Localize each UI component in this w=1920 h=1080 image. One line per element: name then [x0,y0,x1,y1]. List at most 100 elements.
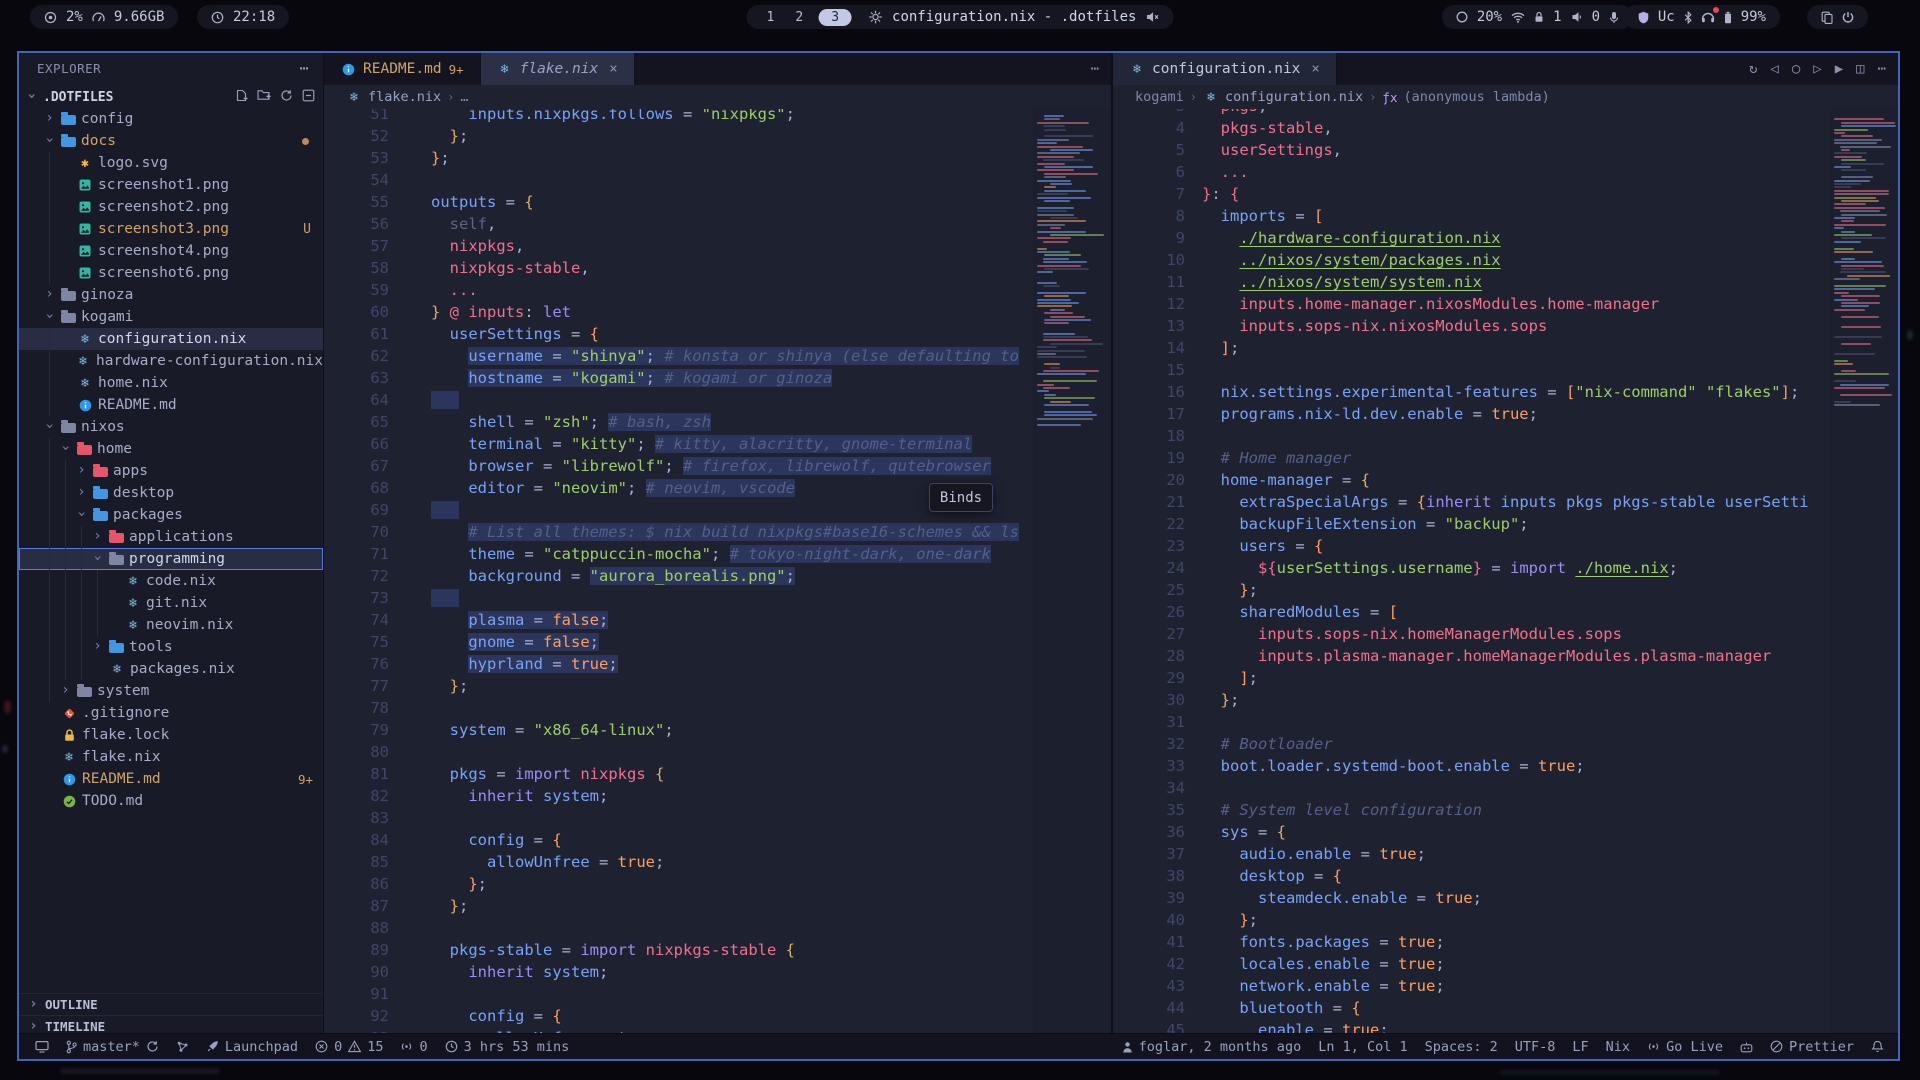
code-line-19[interactable]: 19 # Home manager [1113,447,1830,469]
code-line-52[interactable]: 52 }; [324,125,1033,147]
code-line-10[interactable]: 10 ../nixos/system/packages.nix [1113,249,1830,271]
code-line-58[interactable]: 58 nixpkgs-stable, [324,257,1033,279]
tree-item-flake.nix[interactable]: ❄flake.nix [19,746,323,768]
code-line-31[interactable]: 31 [1113,711,1830,733]
code-line-88[interactable]: 88 [324,917,1033,939]
code-line-35[interactable]: 35 # System level configuration [1113,799,1830,821]
status-remote-window[interactable] [35,1040,49,1053]
tree-item-hardware-configuration.nix[interactable]: ❄hardware-configuration.nix [19,350,323,372]
code-line-21[interactable]: 21 extraSpecialArgs = {inherit inputs pk… [1113,491,1830,513]
history-icon[interactable]: ↻ [1749,61,1757,77]
tab-configuration.nix[interactable]: ❄configuration.nix× [1113,53,1337,85]
code-line-80[interactable]: 80 [324,741,1033,763]
tree-item-screenshot4.png[interactable]: screenshot4.png [19,240,323,262]
more-actions-icon[interactable]: ⋯ [299,59,309,77]
code-line-54[interactable]: 54 [324,169,1033,191]
code-line-63[interactable]: 63 hostname = "kogami"; # kogami or gino… [324,367,1033,389]
code-line-66[interactable]: 66 terminal = "kitty"; # kitty, alacritt… [324,433,1033,455]
code-line-65[interactable]: 65 shell = "zsh"; # bash, zsh [324,411,1033,433]
code-line-37[interactable]: 37 audio.enable = true; [1113,843,1830,865]
muted-speaker-icon[interactable] [1145,11,1159,23]
code-line-25[interactable]: 25 }; [1113,579,1830,601]
timeline-section[interactable]: › TIMELINE [19,1015,323,1033]
code-line-93[interactable]: 93 allowUnfree = true; [324,1027,1033,1033]
code-line-74[interactable]: 74 plasma = false; [324,609,1033,631]
code-line-4[interactable]: 4 pkgs-stable, [1113,117,1830,139]
code-line-92[interactable]: 92 config = { [324,1005,1033,1027]
code-line-81[interactable]: 81 pkgs = import nixpkgs { [324,763,1033,785]
status-git-graph[interactable] [176,1040,189,1053]
tree-item-configuration.nix[interactable]: ❄configuration.nix [19,328,323,350]
power-widget[interactable] [1807,5,1868,29]
tree-item-flake.lock[interactable]: flake.lock [19,724,323,746]
code-line-43[interactable]: 43 network.enable = true; [1113,975,1830,997]
code-line-15[interactable]: 15 [1113,359,1830,381]
system-stats-widget[interactable]: 2% 9.66GB [30,5,178,29]
breadcrumb[interactable]: ❄ flake.nix › … [324,85,1111,109]
code-line-13[interactable]: 13 inputs.sops-nix.nixosModules.sops [1113,315,1830,337]
code-line-26[interactable]: 26 sharedModules = [ [1113,601,1830,623]
status-git-blame[interactable]: foglar, 2 months ago [1122,1039,1302,1055]
workspace-2[interactable]: 2 [789,10,809,25]
code-line-68[interactable]: 68 editor = "neovim"; # neovim, vscode [324,477,1033,499]
code-line-16[interactable]: 16 nix.settings.experimental-features = … [1113,381,1830,403]
code-line-89[interactable]: 89 pkgs-stable = import nixpkgs-stable { [324,939,1033,961]
code-line-40[interactable]: 40 }; [1113,909,1830,931]
breadcrumb-symbol[interactable]: (anonymous lambda) [1403,89,1549,105]
outline-section[interactable]: › OUTLINE [19,993,323,1015]
status-indentation[interactable]: Spaces: 2 [1425,1039,1498,1055]
status-copilot[interactable] [1740,1041,1753,1053]
status-cursor-position[interactable]: Ln 1, Col 1 [1318,1039,1407,1055]
code-line-57[interactable]: 57 nixpkgs, [324,235,1033,257]
tree-item-docs[interactable]: ›docs [19,130,323,152]
code-line-34[interactable]: 34 [1113,777,1830,799]
breadcrumb-folder[interactable]: kogami [1135,89,1184,105]
code-line-33[interactable]: 33 boot.loader.systemd-boot.enable = tru… [1113,755,1830,777]
code-line-30[interactable]: 30 }; [1113,689,1830,711]
tree-root-dotfiles[interactable]: › .DOTFILES [19,86,323,108]
code-line-11[interactable]: 11 ../nixos/system/system.nix [1113,271,1830,293]
code-line-41[interactable]: 41 fonts.packages = true; [1113,931,1830,953]
tab-flake.nix[interactable]: ❄flake.nix× [481,53,635,85]
status-launchpad[interactable]: Launchpad [206,1039,298,1055]
breadcrumb-more[interactable]: … [460,89,468,105]
code-line-77[interactable]: 77 }; [324,675,1033,697]
code-line-86[interactable]: 86 }; [324,873,1033,895]
code-line-72[interactable]: 72 background = "aurora_borealis.png"; [324,565,1033,587]
status-notifications[interactable] [1871,1040,1884,1053]
tree-item-.gitignore[interactable]: .gitignore [19,702,323,724]
tree-item-kogami[interactable]: ›kogami [19,306,323,328]
code-line-85[interactable]: 85 allowUnfree = true; [324,851,1033,873]
tree-item-applications[interactable]: ›applications [19,526,323,548]
tree-item-nixos[interactable]: ›nixos [19,416,323,438]
tree-item-desktop[interactable]: ›desktop [19,482,323,504]
workspace-1[interactable]: 1 [761,10,781,25]
code-line-17[interactable]: 17 programs.nix-ld.dev.enable = true; [1113,403,1830,425]
tree-item-screenshot2.png[interactable]: screenshot2.png [19,196,323,218]
code-line-27[interactable]: 27 inputs.sops-nix.homeManagerModules.so… [1113,623,1830,645]
code-line-45[interactable]: 45 enable = true; [1113,1019,1830,1033]
status-go-live[interactable]: Go Live [1647,1039,1723,1055]
code-line-55[interactable]: 55outputs = { [324,191,1033,213]
tree-item-packages.nix[interactable]: ❄packages.nix [19,658,323,680]
code-line-7[interactable]: 7}: { [1113,183,1830,205]
tree-item-TODO.md[interactable]: TODO.md [19,790,323,812]
dot-icon[interactable]: ○ [1792,61,1800,77]
code-line-78[interactable]: 78 [324,697,1033,719]
code-line-62[interactable]: 62 username = "shinya"; # konsta or shin… [324,345,1033,367]
tree-item-screenshot6.png[interactable]: screenshot6.png [19,262,323,284]
tree-item-home.nix[interactable]: ❄home.nix [19,372,323,394]
tree-item-README.md[interactable]: README.md [19,394,323,416]
code-line-14[interactable]: 14 ]; [1113,337,1830,359]
tree-item-config[interactable]: ›config [19,108,323,130]
tree-item-apps[interactable]: ›apps [19,460,323,482]
new-file-icon[interactable] [235,89,248,106]
tree-item-neovim.nix[interactable]: ❄neovim.nix [19,614,323,636]
code-line-69[interactable]: 69 [324,499,1033,521]
code-line-29[interactable]: 29 ]; [1113,667,1830,689]
code-line-83[interactable]: 83 [324,807,1033,829]
code-line-32[interactable]: 32 # Bootloader [1113,733,1830,755]
forward-icon[interactable]: ▷ [1813,61,1821,77]
run-icon[interactable]: ▶ [1835,61,1843,77]
status-ports[interactable]: 0 [400,1039,427,1055]
